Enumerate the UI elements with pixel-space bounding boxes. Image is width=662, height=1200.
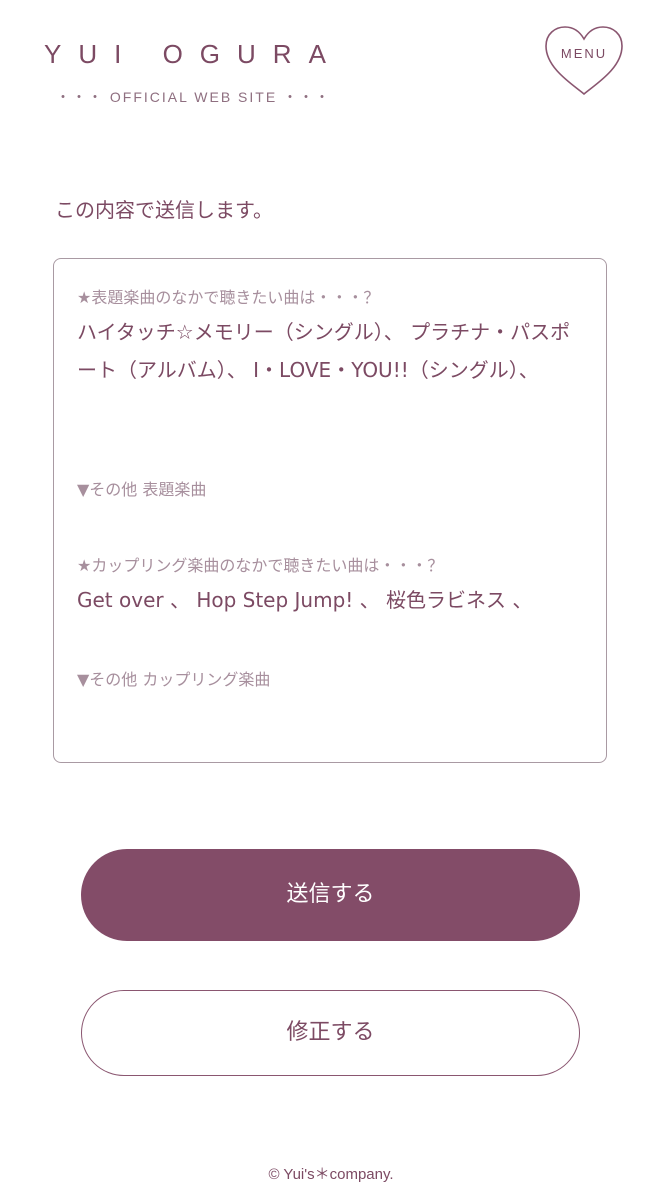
field-value: Get over 、 Hop Step Jump! 、 桜色ラビネス 、	[77, 588, 533, 612]
menu-button[interactable]: MENU	[542, 24, 626, 100]
logo-subtitle: ・・・ OFFICIAL WEB SITE ・・・	[56, 89, 332, 105]
logo-title: YUI OGURA	[44, 39, 343, 69]
field-label: ★表題楽曲のなかで聴きたい曲は・・・？	[77, 288, 380, 307]
confirm-summary: ★表題楽曲のなかで聴きたい曲は・・・？ ハイタッチ☆メモリー（シングル）、 プラ…	[53, 258, 607, 763]
field-title-songs: ★表題楽曲のなかで聴きたい曲は・・・？ ハイタッチ☆メモリー（シングル）、 プラ…	[77, 287, 589, 389]
field-label: ▼その他 カップリング楽曲	[77, 670, 271, 689]
heart-icon	[545, 26, 623, 96]
field-value: ハイタッチ☆メモリー（シングル）、 プラチナ・パスポート（アルバム）、 I・LO…	[77, 320, 571, 382]
menu-label: MENU	[560, 46, 608, 61]
confirm-intro-text: この内容で送信します。	[55, 198, 273, 222]
field-coupling-songs: ★カップリング楽曲のなかで聴きたい曲は・・・？ Get over 、 Hop S…	[77, 555, 589, 619]
field-other-title-songs: ▼その他 表題楽曲	[77, 479, 589, 505]
field-label: ▼その他 表題楽曲	[77, 480, 207, 499]
field-other-coupling-songs: ▼その他 カップリング楽曲	[77, 669, 589, 695]
submit-button[interactable]: 送信する	[81, 849, 580, 941]
edit-button[interactable]: 修正する	[81, 990, 580, 1076]
field-label: ★カップリング楽曲のなかで聴きたい曲は・・・？	[77, 556, 444, 575]
footer-copyright: © Yui's＊company.	[268, 1166, 394, 1183]
